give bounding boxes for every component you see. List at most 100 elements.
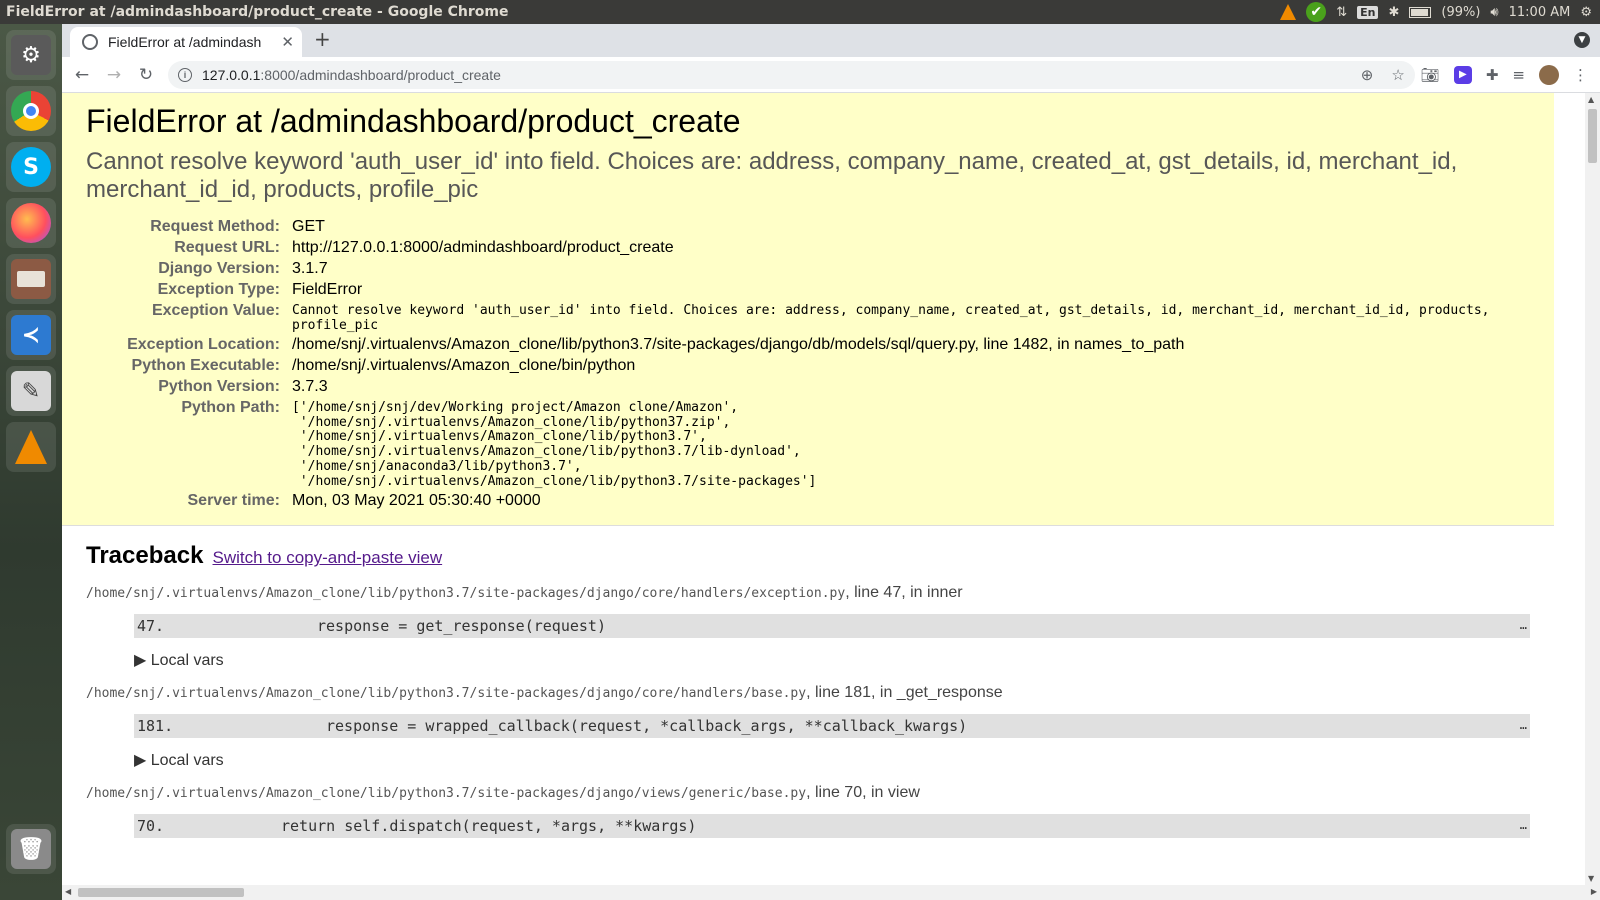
meta-row: Server time: Mon, 03 May 2021 05:30:40 +0… xyxy=(86,490,1530,511)
vscode-icon: ≺ xyxy=(11,315,51,355)
traceback-frame: /home/snj/.virtualenvs/Amazon_clone/lib/… xyxy=(86,784,1530,839)
traceback-frame: /home/snj/.virtualenvs/Amazon_clone/lib/… xyxy=(86,584,1530,670)
close-tab-icon[interactable]: ✕ xyxy=(281,33,294,51)
dock-files[interactable] xyxy=(6,254,56,304)
browser-tab[interactable]: FieldError at /admindash ✕ xyxy=(70,27,302,57)
context-line[interactable]: 70. return self.dispatch(request, *args,… xyxy=(134,814,1530,839)
frame-info: , line 70, in view xyxy=(806,784,920,802)
text-editor-icon: ✎ xyxy=(11,371,51,411)
dock-skype[interactable]: S xyxy=(6,142,56,192)
python-path: ['/home/snj/snj/dev/Working project/Amaz… xyxy=(292,400,817,489)
battery-icon[interactable] xyxy=(1409,3,1432,21)
menu-kebab-icon[interactable]: ⋮ xyxy=(1573,66,1588,84)
line-number: 47. xyxy=(137,617,165,636)
switch-view-link[interactable]: Switch to copy-and-paste view xyxy=(213,548,443,567)
vlc-tray-icon[interactable] xyxy=(1280,3,1297,21)
settings-gear-icon[interactable]: ⚙ xyxy=(1580,3,1592,21)
battery-percent[interactable]: (99%) xyxy=(1441,5,1480,20)
vertical-scrollbar[interactable]: ▲ ▼ xyxy=(1585,93,1600,885)
meta-row: Python Version: 3.7.3 xyxy=(86,376,1530,397)
page-content: FieldError at /admindashboard/product_cr… xyxy=(62,93,1600,900)
expand-context-icon[interactable]: … xyxy=(1520,818,1527,832)
url-host: 127.0.0.1 xyxy=(202,66,261,83)
traceback-section: Traceback Switch to copy-and-paste view … xyxy=(62,526,1554,850)
top-panel: FieldError at /admindashboard/product_cr… xyxy=(0,0,1600,24)
local-vars-toggle[interactable]: ▶ Local vars xyxy=(134,750,1530,770)
horizontal-scrollbar[interactable]: ◀ ▶ xyxy=(62,885,1600,900)
meta-label: Request URL: xyxy=(174,239,280,256)
tab-title: FieldError at /admindash xyxy=(108,34,262,50)
scroll-right-arrow-icon[interactable]: ▶ xyxy=(1591,887,1597,896)
local-vars-toggle[interactable]: ▶ Local vars xyxy=(134,650,1530,670)
scroll-down-arrow-icon[interactable]: ▼ xyxy=(1588,874,1594,883)
clock[interactable]: 11:00 AM xyxy=(1509,5,1571,20)
exception-type: FieldError xyxy=(292,281,363,298)
python-executable: /home/snj/.virtualenvs/Amazon_clone/bin/… xyxy=(292,357,636,374)
check-tray-icon[interactable]: ✔ xyxy=(1306,2,1327,22)
browser-toolbar: ← → ↻ i 127.0.0.1:8000/admindashboard/pr… xyxy=(62,57,1600,93)
system-tray: ✔ ⇅ En ✱ (99%) 🔊︎ 11:00 AM ⚙ xyxy=(1280,2,1600,22)
bluetooth-icon[interactable]: ✱ xyxy=(1388,3,1399,21)
address-bar[interactable]: i 127.0.0.1:8000/admindashboard/product_… xyxy=(168,60,1415,89)
exception-value: Cannot resolve keyword 'auth_user_id' in… xyxy=(292,303,1490,333)
dock-text-editor[interactable]: ✎ xyxy=(6,366,56,416)
context-line[interactable]: 181. response = wrapped_callback(request… xyxy=(134,714,1530,739)
scroll-up-arrow-icon[interactable]: ▲ xyxy=(1588,95,1594,104)
vertical-scroll-thumb[interactable] xyxy=(1588,109,1597,163)
exception-message: Cannot resolve keyword 'auth_user_id' in… xyxy=(86,148,1458,203)
context-line[interactable]: 47. response = get_response(request) … xyxy=(134,614,1530,639)
zoom-icon[interactable]: ⊕ xyxy=(1361,66,1374,84)
expand-context-icon[interactable]: … xyxy=(1520,718,1527,732)
tab-search-icon[interactable]: ▼ xyxy=(1574,32,1590,48)
expand-context-icon[interactable]: … xyxy=(1520,618,1527,632)
horizontal-scroll-thumb[interactable] xyxy=(78,888,244,897)
reload-button[interactable]: ↻ xyxy=(130,65,162,85)
language-indicator[interactable]: En xyxy=(1357,5,1379,19)
meta-row: Request URL: http://127.0.0.1:8000/admind… xyxy=(86,237,1530,258)
meta-label: Python Version: xyxy=(158,378,280,395)
dock-vscode[interactable]: ≺ xyxy=(6,310,56,360)
ubuntu-software-icon: ⚙ xyxy=(11,35,51,75)
skype-icon: S xyxy=(11,147,51,187)
files-icon xyxy=(11,259,51,299)
meta-row: Request Method: GET xyxy=(86,216,1530,237)
trash-icon: 🗑︎ xyxy=(11,829,51,869)
chrome-icon xyxy=(11,91,51,131)
bookmark-star-icon[interactable]: ☆ xyxy=(1391,66,1404,84)
frame-location: /home/snj/.virtualenvs/Amazon_clone/lib/… xyxy=(86,684,1530,702)
zoom-extension-icon[interactable]: ▶ xyxy=(1453,65,1472,84)
window-title: FieldError at /admindashboard/product_cr… xyxy=(6,4,509,20)
traceback-heading: Traceback xyxy=(86,542,204,570)
dock-trash[interactable]: 🗑︎ xyxy=(6,824,56,874)
back-button[interactable]: ← xyxy=(66,65,98,85)
meta-label: Python Path: xyxy=(181,399,280,416)
profile-avatar[interactable] xyxy=(1539,64,1559,85)
firefox-icon xyxy=(11,203,51,243)
frame-info: , line 47, in inner xyxy=(845,584,963,602)
dock-firefox[interactable] xyxy=(6,198,56,248)
exception-location: /home/snj/.virtualenvs/Amazon_clone/lib/… xyxy=(292,336,1185,353)
extensions-puzzle-icon[interactable]: ✚ xyxy=(1486,66,1499,84)
meta-row: Python Path: ['/home/snj/snj/dev/Working … xyxy=(86,397,1530,490)
request-method: GET xyxy=(292,218,325,235)
site-info-icon[interactable]: i xyxy=(178,67,192,82)
django-version: 3.1.7 xyxy=(292,260,328,277)
network-icon[interactable]: ⇅ xyxy=(1336,3,1347,21)
code-text: return self.dispatch(request, *args, **k… xyxy=(281,817,697,836)
dock-ubuntu-software[interactable]: ⚙ xyxy=(6,30,56,80)
dock-vlc[interactable] xyxy=(6,422,56,472)
reading-list-icon[interactable]: ≡ xyxy=(1512,66,1525,84)
line-number: 70. xyxy=(137,817,165,836)
scroll-left-arrow-icon[interactable]: ◀ xyxy=(65,887,71,896)
frame-location: /home/snj/.virtualenvs/Amazon_clone/lib/… xyxy=(86,784,1530,802)
meta-label: Exception Value: xyxy=(151,302,280,319)
dock-chrome[interactable] xyxy=(6,86,56,136)
camera-icon[interactable]: 📷︎ xyxy=(1421,66,1440,84)
python-version: 3.7.3 xyxy=(292,378,328,395)
volume-icon[interactable]: 🔊︎ xyxy=(1490,3,1498,21)
frame-file: /home/snj/.virtualenvs/Amazon_clone/lib/… xyxy=(86,786,807,802)
forward-button[interactable]: → xyxy=(98,65,130,85)
new-tab-button[interactable]: + xyxy=(314,27,331,51)
line-number: 181. xyxy=(137,717,174,736)
globe-icon xyxy=(82,34,98,50)
